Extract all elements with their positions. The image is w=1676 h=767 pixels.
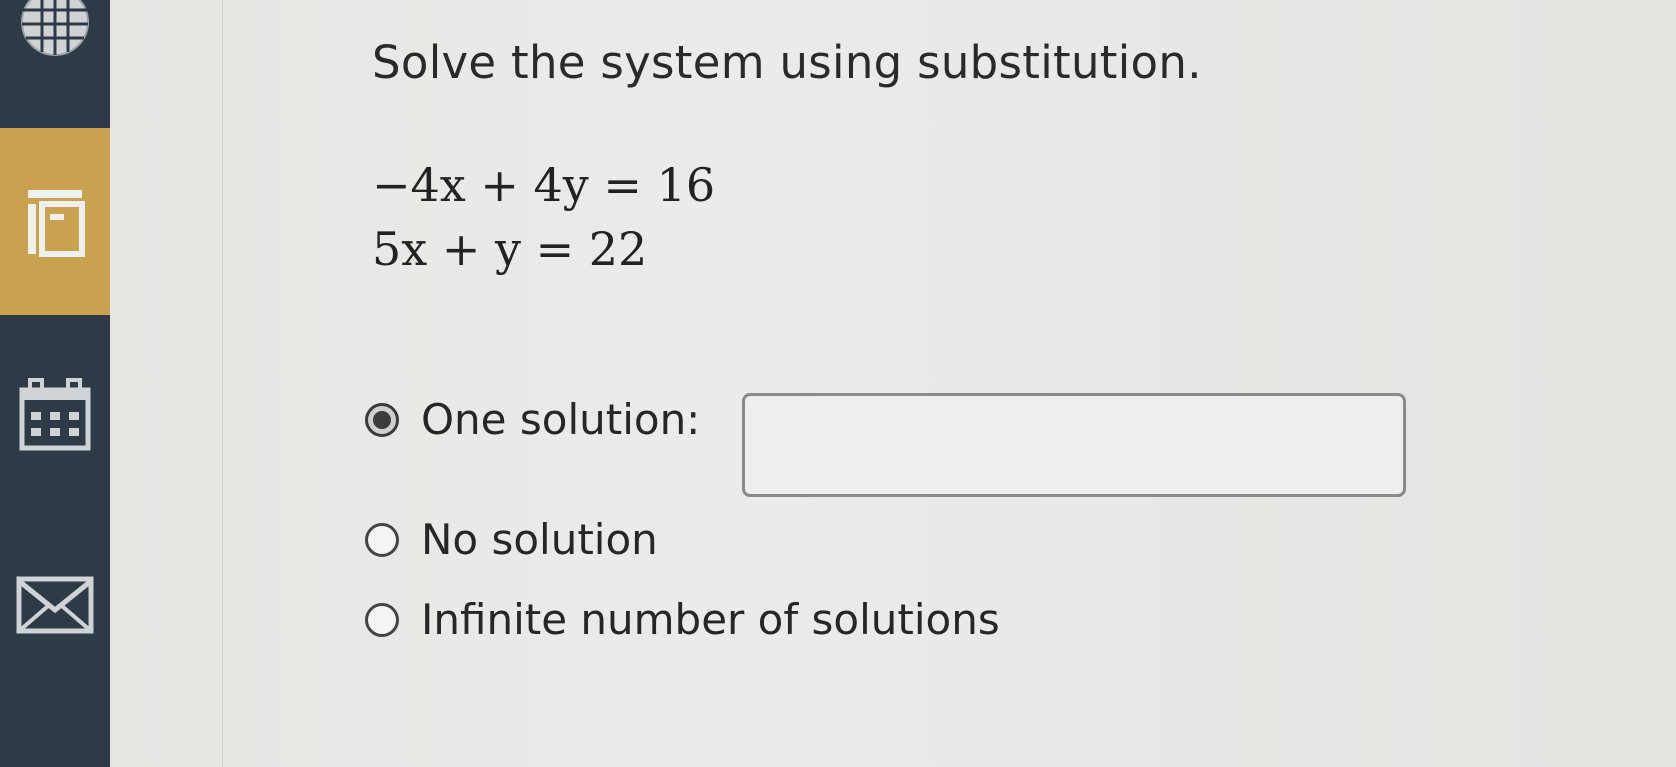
option-label: Infinite number of solutions [421, 595, 1000, 644]
option-infinite-solutions[interactable]: Infinite number of solutions [365, 595, 1000, 644]
question-panel: Solve the system using substitution. −4x… [110, 0, 1676, 767]
option-label: No solution [421, 515, 658, 564]
equation-1: −4x + 4y = 16 [372, 158, 716, 212]
divider [222, 0, 223, 767]
mail-icon [16, 576, 94, 634]
option-label: One solution: [421, 395, 701, 444]
equation-2: 5x + y = 22 [372, 222, 648, 276]
calendar-icon [19, 378, 91, 451]
sidebar-item-mail[interactable] [0, 555, 110, 655]
option-one-solution[interactable]: One solution: [365, 395, 700, 444]
radio-infinite-solutions[interactable] [365, 602, 399, 637]
sidebar-item-content[interactable] [0, 128, 110, 315]
answer-input[interactable] [742, 393, 1406, 497]
sidebar-item-calendar[interactable] [0, 360, 110, 470]
radio-one-solution[interactable] [365, 402, 399, 437]
sidebar [0, 0, 110, 767]
option-no-solution[interactable]: No solution [365, 515, 658, 564]
content-icon [28, 189, 85, 257]
question-prompt: Solve the system using substitution. [372, 36, 1202, 89]
sidebar-item-globe[interactable] [0, 0, 110, 72]
radio-no-solution[interactable] [365, 522, 399, 557]
globe-icon [21, 0, 89, 56]
